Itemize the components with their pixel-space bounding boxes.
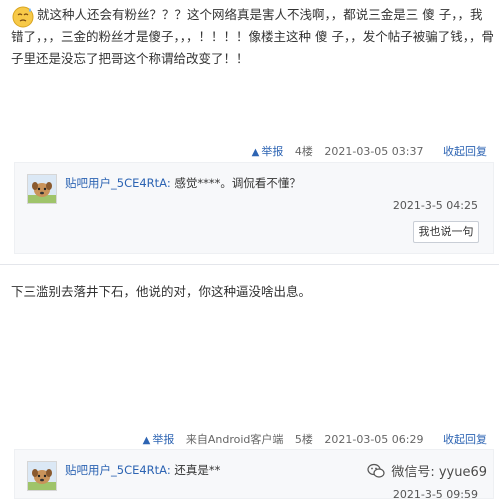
sub-reply-content: 贴吧用户_5CE4RtA: 感觉****。调侃看不懂？ — [65, 175, 301, 191]
reply-too-button[interactable]: 我也说一句 — [413, 221, 479, 243]
sub-reply-box: 贴吧用户_5CE4RtA: 感觉****。调侃看不懂？ 2021-3-5 04:… — [14, 162, 494, 254]
warning-icon: ▲ — [251, 147, 260, 158]
avatar[interactable] — [27, 461, 57, 491]
floor-number: 4楼 — [294, 145, 313, 158]
warning-icon: ▲ — [142, 435, 151, 446]
wechat-watermark: 微信号: yyue69 — [367, 461, 487, 480]
report-link[interactable]: ▲ 举报 — [135, 433, 175, 446]
reply-post-floor-4: 就这种人还会有粉丝？？？这个网络真是害人不浅啊，，都说三金是三 傻 子，，我错了… — [0, 0, 499, 264]
dog-avatar-icon — [28, 175, 56, 203]
sub-reply-time: 2021-3-5 09:59 — [392, 488, 478, 501]
post-time: 2021-03-05 03:37 — [324, 145, 424, 158]
sub-reply-content: 贴吧用户_5CE4RtA: 还真是** — [65, 462, 220, 478]
dog-avatar-icon — [28, 462, 56, 490]
wechat-icon — [367, 463, 385, 478]
collapse-replies-link[interactable]: 收起回复 — [443, 433, 487, 446]
avatar[interactable] — [27, 174, 57, 204]
client-source: 来自Android客户端 — [185, 433, 284, 446]
sub-reply-username[interactable]: 贴吧用户_5CE4RtA: — [65, 176, 171, 190]
floor-number: 5楼 — [294, 433, 313, 446]
report-link[interactable]: ▲ 举报 — [244, 145, 284, 158]
post-content: 就这种人还会有粉丝？？？这个网络真是害人不浅啊，，都说三金是三 傻 子，，我错了… — [11, 7, 494, 66]
collapse-replies-link[interactable]: 收起回复 — [443, 145, 487, 158]
post-tail: ▲ 举报 4楼 2021-03-05 03:37 收起回复 — [244, 143, 487, 159]
sub-reply-username[interactable]: 贴吧用户_5CE4RtA: — [65, 463, 171, 477]
sub-reply-time: 2021-3-5 04:25 — [392, 199, 478, 212]
post-content: 下三滥别去落井下石，他说的对，你这种逼没啥出息。 — [11, 284, 312, 299]
post-time: 2021-03-05 06:29 — [324, 433, 424, 446]
post-tail: ▲ 举报 来自Android客户端 5楼 2021-03-05 06:29 收起回… — [135, 431, 487, 447]
sub-reply-text: 还真是** — [174, 463, 221, 477]
sub-reply-text: 感觉****。调侃看不懂？ — [174, 176, 301, 190]
